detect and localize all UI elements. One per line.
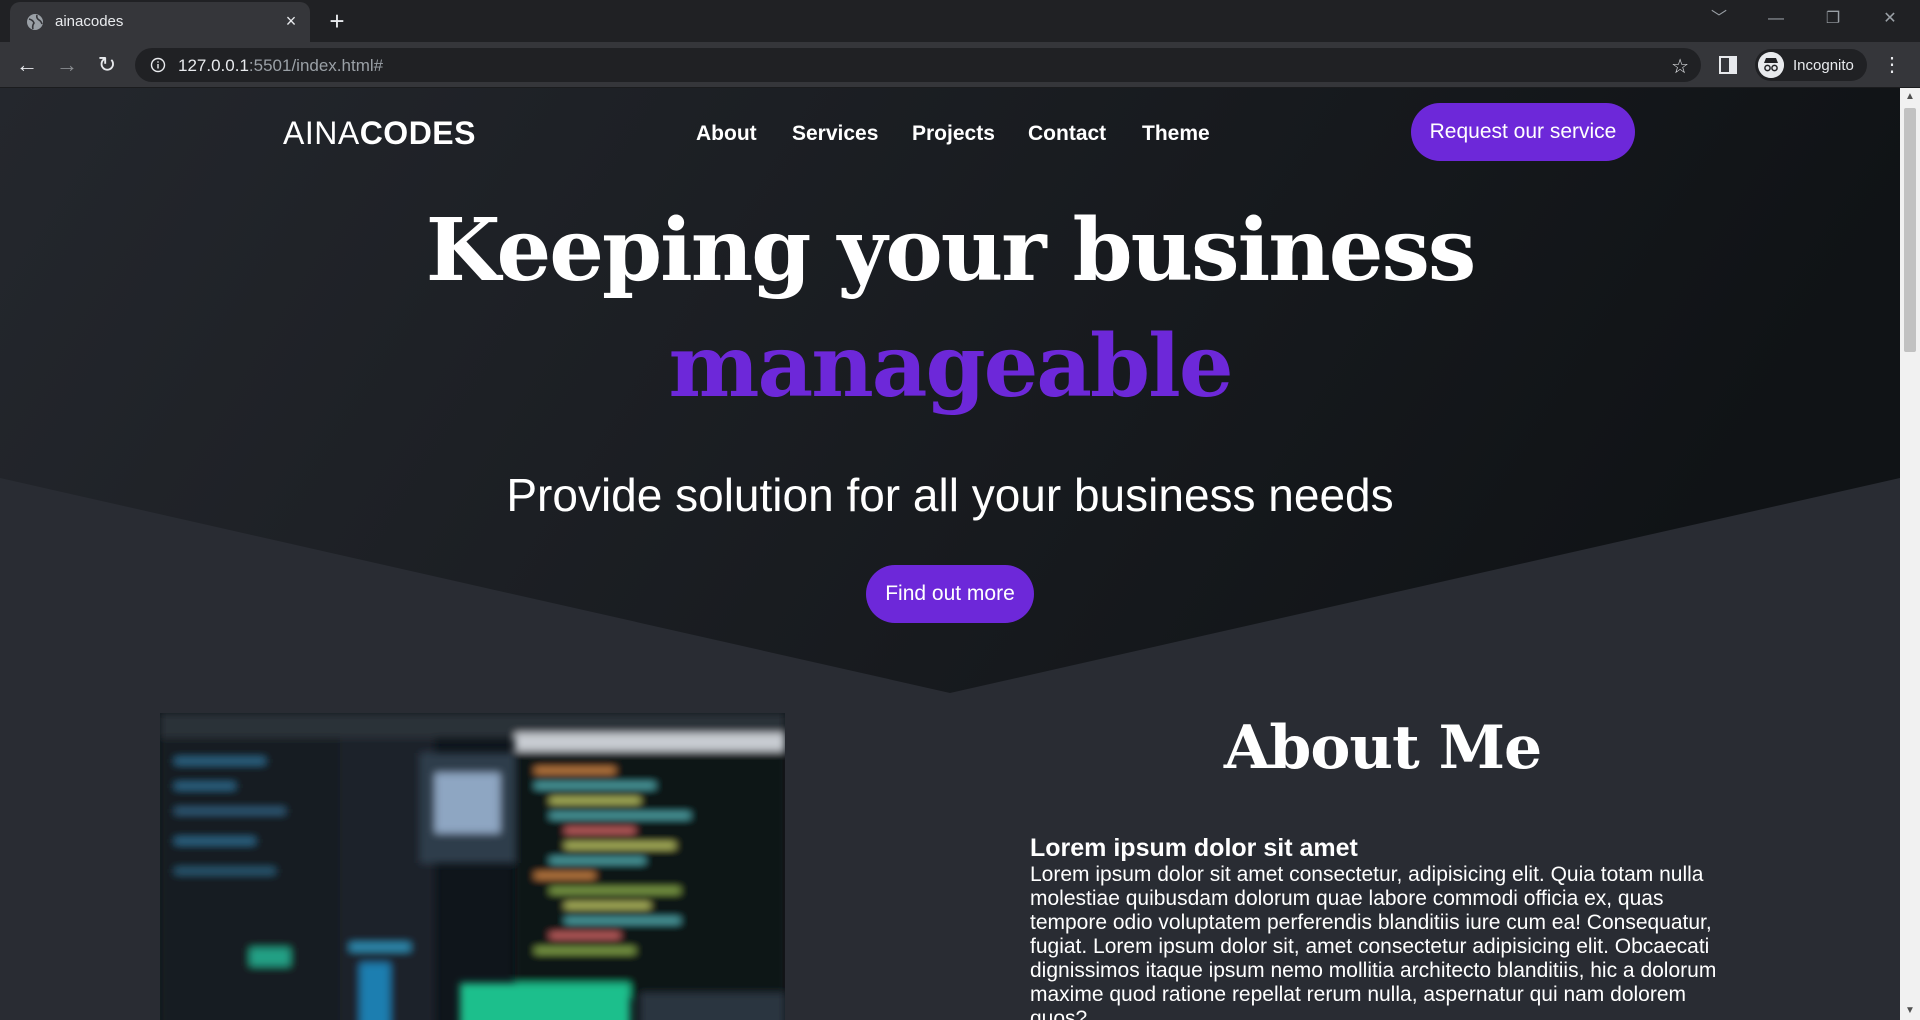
bookmark-star-icon[interactable]: ☆: [1671, 54, 1689, 79]
browser-menu-icon[interactable]: ⋮: [1882, 54, 1902, 76]
about-title: About Me: [1223, 713, 1542, 783]
hero-subtitle: Provide solution for all your business n…: [506, 469, 1394, 521]
tab-title: ainacodes: [55, 13, 124, 30]
nav-contact[interactable]: Contact: [1028, 122, 1106, 146]
restore-button[interactable]: ❐: [1818, 6, 1848, 32]
profile-label: Incognito: [1793, 57, 1854, 74]
about-body-text: Lorem ipsum dolor sit amet consectetur, …: [1030, 863, 1717, 1020]
nav-theme[interactable]: Theme: [1142, 122, 1210, 146]
page-scrollbar[interactable]: ▲ ▼: [1900, 88, 1920, 1020]
browser-chrome: ainacodes × + ﹀ — ❐ ✕ ← → ↻ 127.0.0.1:55…: [0, 0, 1920, 88]
site-info-icon[interactable]: [150, 57, 166, 73]
page-viewport: AINACODES About Services Projects Contac…: [0, 88, 1900, 1020]
incognito-icon: [1758, 52, 1784, 78]
logo-bold-text: CODES: [359, 115, 476, 151]
tab-strip: ainacodes × + ﹀ — ❐ ✕: [0, 0, 1920, 42]
tab-search-icon[interactable]: ﹀: [1704, 6, 1734, 32]
minimize-button[interactable]: —: [1761, 6, 1791, 32]
reload-button[interactable]: ↻: [92, 50, 122, 80]
back-button[interactable]: ←: [12, 50, 42, 80]
scroll-up-arrow-icon[interactable]: ▲: [1900, 88, 1920, 106]
url-host: 127.0.0.1: [178, 56, 249, 75]
scroll-down-arrow-icon[interactable]: ▼: [1900, 1002, 1920, 1020]
find-out-more-button[interactable]: Find out more: [866, 565, 1034, 623]
forward-button[interactable]: →: [52, 50, 82, 80]
close-window-button[interactable]: ✕: [1875, 6, 1905, 32]
globe-icon: [27, 14, 43, 30]
incognito-profile-button[interactable]: Incognito: [1755, 49, 1867, 81]
scrollbar-thumb[interactable]: [1904, 108, 1916, 352]
about-image: [160, 713, 785, 1020]
about-heading: Lorem ipsum dolor sit amet: [1030, 834, 1358, 862]
nav-projects[interactable]: Projects: [912, 122, 995, 146]
request-service-button[interactable]: Request our service: [1411, 103, 1635, 161]
close-tab-icon[interactable]: ×: [281, 11, 301, 31]
nav-about[interactable]: About: [696, 122, 757, 146]
nav-services[interactable]: Services: [792, 122, 878, 146]
hero-title: Keeping your business: [425, 200, 1477, 301]
new-tab-button[interactable]: +: [324, 8, 350, 34]
address-bar[interactable]: 127.0.0.1:5501/index.html# ☆: [135, 48, 1701, 82]
browser-tab[interactable]: ainacodes ×: [10, 2, 310, 42]
logo-light-text: AINA: [283, 115, 360, 151]
url-path: :5501/index.html#: [248, 56, 384, 75]
hero-title-accent: manageable: [668, 316, 1233, 417]
browser-toolbar: ← → ↻ 127.0.0.1:5501/index.html# ☆ Incog…: [0, 42, 1920, 88]
site-logo[interactable]: AINACODES: [283, 115, 476, 152]
side-panel-icon[interactable]: [1719, 56, 1737, 74]
url-text[interactable]: 127.0.0.1:5501/index.html#: [178, 56, 383, 76]
